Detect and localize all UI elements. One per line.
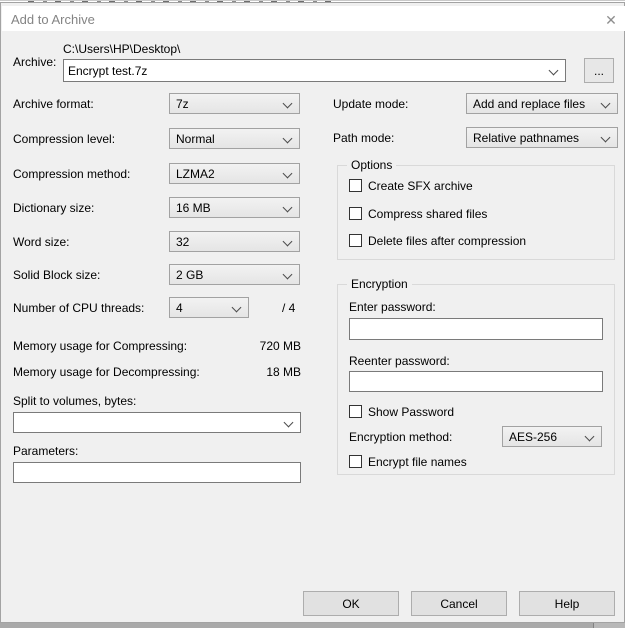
archive-format-value: 7z (176, 96, 189, 111)
solid-block-size-label: Solid Block size: (13, 268, 101, 282)
encryption-group-title: Encryption (347, 277, 412, 291)
compression-level-label: Compression level: (13, 132, 116, 146)
word-size-label: Word size: (13, 235, 70, 249)
help-button-label: Help (554, 596, 580, 611)
chevron-down-icon (282, 168, 293, 179)
chevron-down-icon (282, 98, 293, 109)
compression-level-select[interactable]: Normal (169, 128, 300, 149)
archive-dir-path: C:\Users\HP\Desktop\ (63, 42, 181, 56)
word-size-select[interactable]: 32 (169, 231, 300, 252)
bottom-strip-segment (594, 623, 625, 628)
update-mode-value: Add and replace files (473, 96, 586, 111)
show-password-label: Show Password (368, 405, 455, 419)
dictionary-size-label: Dictionary size: (13, 201, 95, 215)
archive-format-select[interactable]: 7z (169, 93, 300, 114)
archive-format-label: Archive format: (13, 97, 94, 111)
background-window-bottom-strip (0, 623, 625, 628)
compression-method-value: LZMA2 (176, 166, 215, 181)
encrypt-names-label: Encrypt file names (368, 455, 467, 469)
browse-button[interactable]: ... (584, 58, 614, 83)
chevron-down-icon (282, 202, 293, 213)
memory-compress-value: 720 MB (259, 339, 301, 353)
memory-compress-label: Memory usage for Compressing: (13, 339, 188, 353)
help-button[interactable]: Help (519, 591, 615, 616)
split-volumes-label: Split to volumes, bytes: (13, 394, 137, 408)
close-icon[interactable]: ✕ (599, 10, 623, 30)
reenter-password-label: Reenter password: (349, 354, 450, 368)
enter-password-input[interactable] (349, 318, 603, 340)
add-to-archive-dialog: Add to Archive ✕ Archive: C:\Users\HP\De… (0, 2, 625, 623)
dictionary-size-select[interactable]: 16 MB (169, 197, 300, 218)
path-mode-value: Relative pathnames (473, 130, 580, 145)
encryption-method-value: AES-256 (509, 429, 558, 444)
compress-shared-label: Compress shared files (368, 207, 488, 221)
dialog-title: Add to Archive (11, 12, 95, 27)
screen: Add to Archive ✕ Archive: C:\Users\HP\De… (0, 0, 625, 628)
show-password-checkbox[interactable] (349, 405, 362, 418)
browse-label: ... (593, 63, 604, 78)
cpu-threads-total: / 4 (282, 301, 296, 315)
archive-label: Archive: (13, 55, 57, 69)
memory-decompress-value: 18 MB (266, 365, 301, 379)
cpu-threads-value: 4 (176, 300, 183, 315)
compression-method-select[interactable]: LZMA2 (169, 163, 300, 184)
cpu-threads-label: Number of CPU threads: (13, 301, 145, 315)
encrypt-names-checkbox[interactable] (349, 455, 362, 468)
chevron-down-icon (548, 65, 559, 76)
chevron-down-icon (231, 302, 242, 313)
solid-block-size-value: 2 GB (176, 267, 204, 282)
encryption-method-select[interactable]: AES-256 (502, 426, 602, 447)
chevron-down-icon (282, 133, 293, 144)
bottom-strip-divider (593, 623, 594, 628)
reenter-password-input[interactable] (349, 371, 603, 392)
chevron-down-icon (600, 132, 611, 143)
ok-button-label: OK (342, 596, 360, 611)
create-sfx-checkbox[interactable] (349, 179, 362, 192)
delete-after-checkbox[interactable] (349, 234, 362, 247)
parameters-input[interactable] (13, 462, 301, 483)
path-mode-label: Path mode: (333, 131, 395, 145)
compression-method-label: Compression method: (13, 167, 131, 181)
compression-level-value: Normal (176, 131, 215, 146)
path-mode-select[interactable]: Relative pathnames (466, 127, 618, 148)
update-mode-select[interactable]: Add and replace files (466, 93, 618, 114)
archive-name-value: Encrypt test.7z (68, 63, 148, 78)
chevron-down-icon (282, 269, 293, 280)
cpu-threads-select[interactable]: 4 (169, 297, 249, 318)
parameters-label: Parameters: (13, 444, 79, 458)
cancel-button-label: Cancel (440, 596, 478, 611)
word-size-value: 32 (176, 234, 190, 249)
enter-password-label: Enter password: (349, 300, 436, 314)
chevron-down-icon (282, 236, 293, 247)
compress-shared-checkbox[interactable] (349, 207, 362, 220)
cancel-button[interactable]: Cancel (411, 591, 507, 616)
solid-block-size-select[interactable]: 2 GB (169, 264, 300, 285)
archive-name-combobox[interactable]: Encrypt test.7z (63, 59, 566, 82)
create-sfx-label: Create SFX archive (368, 179, 473, 193)
chevron-down-icon (600, 98, 611, 109)
dictionary-size-value: 16 MB (176, 200, 211, 215)
delete-after-label: Delete files after compression (368, 234, 527, 248)
memory-decompress-label: Memory usage for Decompressing: (13, 365, 200, 379)
chevron-down-icon (584, 431, 595, 442)
ok-button[interactable]: OK (303, 591, 399, 616)
title-bar: Add to Archive ✕ (2, 6, 625, 31)
update-mode-label: Update mode: (333, 97, 409, 111)
encryption-method-label: Encryption method: (349, 430, 453, 444)
chevron-down-icon (283, 417, 294, 428)
split-volumes-combobox[interactable] (13, 412, 301, 433)
options-group-title: Options (347, 158, 397, 172)
